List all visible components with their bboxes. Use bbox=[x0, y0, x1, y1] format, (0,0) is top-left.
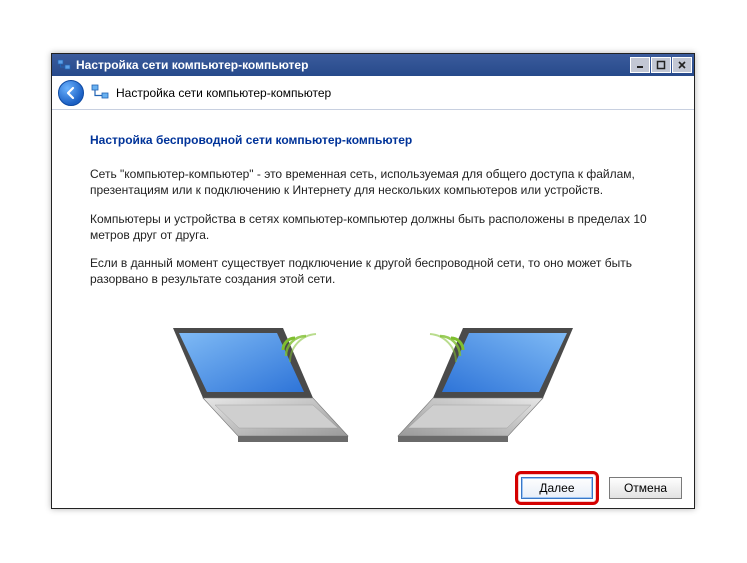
laptop-left-icon bbox=[143, 318, 353, 468]
content-area: Настройка беспроводной сети компьютер-ко… bbox=[52, 110, 694, 468]
cancel-button[interactable]: Отмена bbox=[609, 477, 682, 499]
footer-buttons: Далее Отмена bbox=[52, 468, 694, 508]
maximize-button[interactable] bbox=[651, 57, 671, 73]
illustration bbox=[52, 308, 694, 468]
next-button[interactable]: Далее bbox=[521, 477, 593, 499]
titlebar-app-icon bbox=[56, 57, 72, 73]
content-heading: Настройка беспроводной сети компьютер-ко… bbox=[90, 132, 656, 148]
minimize-button[interactable] bbox=[630, 57, 650, 73]
close-button[interactable] bbox=[672, 57, 692, 73]
wizard-window: Настройка сети компьютер-компьютер Настр… bbox=[51, 53, 695, 509]
network-icon bbox=[90, 84, 110, 102]
content-paragraph-1: Сеть "компьютер-компьютер" - это временн… bbox=[90, 166, 656, 198]
laptop-right-icon bbox=[393, 318, 603, 468]
content-paragraph-2: Компьютеры и устройства в сетях компьюте… bbox=[90, 211, 656, 243]
titlebar-title: Настройка сети компьютер-компьютер bbox=[76, 58, 629, 72]
header-title: Настройка сети компьютер-компьютер bbox=[116, 86, 331, 100]
back-button[interactable] bbox=[58, 80, 84, 106]
header-bar: Настройка сети компьютер-компьютер bbox=[52, 76, 694, 110]
next-button-highlight: Далее bbox=[515, 471, 599, 505]
content-paragraph-3: Если в данный момент существует подключе… bbox=[90, 255, 656, 287]
titlebar[interactable]: Настройка сети компьютер-компьютер bbox=[52, 54, 694, 76]
